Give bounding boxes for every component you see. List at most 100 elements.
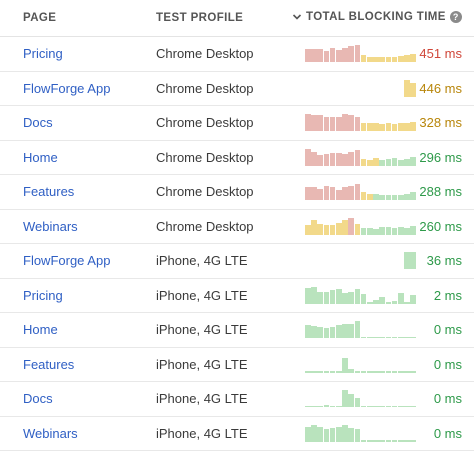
sparkline-bar <box>348 428 354 442</box>
table-row[interactable]: WebinarsChrome Desktop260 ms <box>0 210 474 245</box>
sparkline-bar <box>355 398 361 407</box>
sparkline-bar <box>386 371 392 373</box>
table-row[interactable]: FeaturesiPhone, 4G LTE0 ms <box>0 348 474 383</box>
sparkline-bar <box>355 45 361 62</box>
sparkline-bar <box>336 190 342 200</box>
column-header-page[interactable]: PAGE <box>23 12 56 24</box>
sparkline-bar <box>404 228 410 235</box>
question-circle-icon[interactable]: ? <box>450 11 462 23</box>
sparkline-bar <box>410 122 416 131</box>
sparkline-bar <box>386 195 392 200</box>
sparkline-bar <box>348 324 354 338</box>
sparkline-bar <box>410 192 416 201</box>
page-link[interactable]: Features <box>23 357 74 372</box>
tbt-sparkline <box>305 390 415 407</box>
sparkline-bar <box>324 186 330 200</box>
sparkline-bar <box>392 406 398 408</box>
sparkline-bar <box>305 187 311 200</box>
sparkline-bar <box>404 194 410 200</box>
test-profile-label: Chrome Desktop <box>156 81 254 96</box>
sparkline-bar <box>386 302 392 304</box>
page-link[interactable]: Pricing <box>23 288 63 303</box>
sparkline-bar <box>410 226 416 235</box>
sparkline-bar <box>305 149 311 166</box>
test-profile-label: iPhone, 4G LTE <box>156 357 248 372</box>
page-link[interactable]: Home <box>23 322 58 337</box>
sparkline-bar <box>398 123 404 131</box>
sparkline-bar <box>367 406 373 408</box>
table-row[interactable]: WebinarsiPhone, 4G LTE0 ms <box>0 417 474 451</box>
sparkline-bar <box>361 337 367 339</box>
table-row[interactable]: FeaturesChrome Desktop288 ms <box>0 175 474 210</box>
table-row[interactable]: DocsiPhone, 4G LTE0 ms <box>0 382 474 417</box>
sparkline-bar <box>373 158 379 166</box>
table-row[interactable]: PricingiPhone, 4G LTE2 ms <box>0 279 474 314</box>
sparkline-bar <box>348 369 354 372</box>
table-header: PAGE TEST PROFILE TOTAL BLOCKING TIME ? <box>0 0 474 37</box>
sparkline-bar <box>361 228 367 235</box>
sparkline-bar <box>398 227 404 235</box>
page-link[interactable]: Home <box>23 150 58 165</box>
sparkline-bar <box>324 328 330 338</box>
sparkline-bar <box>386 440 392 442</box>
sparkline-bar <box>336 50 342 62</box>
sparkline-bar <box>361 371 367 373</box>
sparkline-bar <box>317 327 323 338</box>
tbt-sparkline <box>305 252 415 269</box>
sparkline-bar <box>379 57 385 62</box>
page-link[interactable]: Docs <box>23 391 53 406</box>
page-link[interactable]: Docs <box>23 115 53 130</box>
sparkline-bar <box>305 325 311 338</box>
table-row[interactable]: HomeiPhone, 4G LTE0 ms <box>0 313 474 348</box>
sparkline-bar <box>373 406 379 408</box>
sparkline-bar <box>342 293 348 303</box>
sparkline-bar <box>379 124 385 131</box>
sparkline-bar <box>404 123 410 131</box>
tbt-value: 2 ms <box>434 288 462 303</box>
sparkline-bar <box>348 218 354 235</box>
sparkline-bar <box>410 337 416 339</box>
page-link[interactable]: Pricing <box>23 46 63 61</box>
sparkline-bar <box>373 194 379 200</box>
column-header-test-profile[interactable]: TEST PROFILE <box>156 12 243 24</box>
sparkline-bar <box>317 49 323 62</box>
table-row[interactable]: HomeChrome Desktop296 ms <box>0 141 474 176</box>
table-row[interactable]: FlowForge AppChrome Desktop446 ms <box>0 72 474 107</box>
test-profile-label: iPhone, 4G LTE <box>156 391 248 406</box>
tbt-sparkline <box>305 80 415 97</box>
test-profile-label: Chrome Desktop <box>156 115 254 130</box>
sparkline-bar <box>404 371 410 373</box>
sparkline-bar <box>342 187 348 200</box>
sparkline-bar <box>311 406 317 408</box>
sparkline-bar <box>379 406 385 408</box>
sparkline-bar <box>311 152 317 166</box>
sparkline-bar <box>404 302 410 304</box>
sparkline-bar <box>361 55 367 62</box>
sparkline-bar <box>330 371 336 373</box>
sparkline-bar <box>392 301 398 304</box>
table-row[interactable]: DocsChrome Desktop328 ms <box>0 106 474 141</box>
table-row[interactable]: FlowForge AppiPhone, 4G LTE36 ms <box>0 244 474 279</box>
sparkline-bar <box>373 337 379 339</box>
sparkline-bar <box>355 321 361 338</box>
table-row[interactable]: PricingChrome Desktop451 ms <box>0 37 474 72</box>
tbt-sparkline <box>305 321 415 338</box>
page-link[interactable]: FlowForge App <box>23 81 110 96</box>
page-link[interactable]: FlowForge App <box>23 253 110 268</box>
page-link[interactable]: Features <box>23 184 74 199</box>
sparkline-bar <box>404 159 410 166</box>
sparkline-bar <box>398 371 404 373</box>
page-link[interactable]: Webinars <box>23 219 78 234</box>
page-link[interactable]: Webinars <box>23 426 78 441</box>
sparkline-bar <box>367 371 373 373</box>
sparkline-bar <box>348 186 354 200</box>
performance-table: PAGE TEST PROFILE TOTAL BLOCKING TIME ? … <box>0 0 474 451</box>
sparkline-bar <box>324 292 330 303</box>
sparkline-bar <box>305 427 311 441</box>
sparkline-bar <box>305 49 311 62</box>
column-header-total-blocking-time[interactable]: TOTAL BLOCKING TIME ? <box>292 11 462 23</box>
test-profile-label: Chrome Desktop <box>156 219 254 234</box>
sparkline-bar <box>317 406 323 408</box>
tbt-sparkline <box>305 149 415 166</box>
tbt-sparkline <box>305 114 415 131</box>
